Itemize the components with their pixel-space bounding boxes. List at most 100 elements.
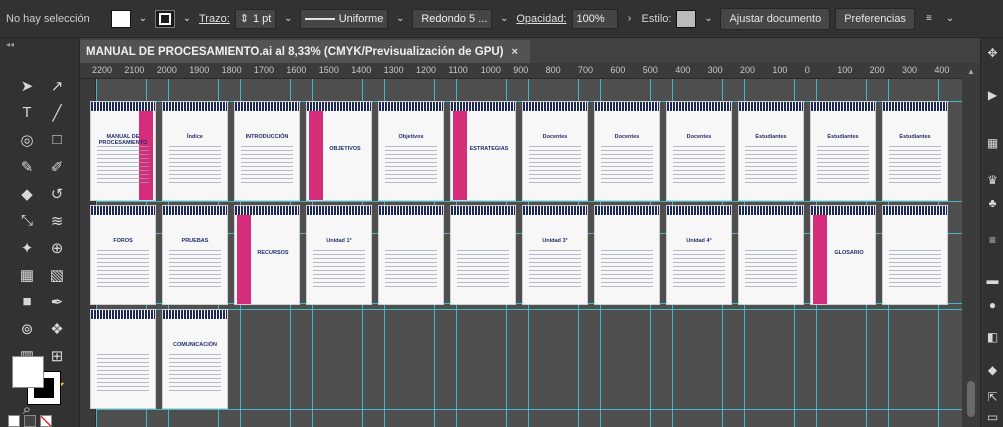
appearance-icon[interactable]: ◧ xyxy=(985,330,1000,345)
blend-icon[interactable]: ⊚ xyxy=(14,317,40,340)
style-swatch[interactable] xyxy=(676,9,697,28)
brushes-icon[interactable]: ♛ xyxy=(985,173,1000,188)
stepper-icon[interactable]: ⇕ xyxy=(240,12,249,25)
type-icon[interactable]: T xyxy=(14,101,40,124)
preferences-button[interactable]: Preferencias xyxy=(835,7,915,30)
color-mode-icon[interactable] xyxy=(8,415,20,427)
close-icon[interactable]: × xyxy=(512,46,518,58)
artboard-body-text xyxy=(457,250,509,290)
mesh-icon[interactable]: ▦ xyxy=(14,263,40,286)
artboard[interactable]: PRUEBAS xyxy=(162,205,228,305)
artboards-panel-icon[interactable]: ▭ xyxy=(985,410,1000,425)
artboard[interactable]: Estudiantes xyxy=(882,101,948,201)
rotate-icon[interactable]: ↺ xyxy=(44,182,70,205)
scale-icon[interactable]: ⤡ xyxy=(14,209,40,232)
line-icon[interactable]: ╱ xyxy=(44,101,70,124)
artboard[interactable] xyxy=(90,309,156,409)
shape-builder-icon[interactable]: ⊕ xyxy=(44,236,70,259)
collapse-icon[interactable]: ◂◂ xyxy=(6,40,14,49)
artboard[interactable]: Unidad 3° xyxy=(522,205,588,305)
fill-color-box[interactable] xyxy=(12,356,44,388)
gradient-mode-icon[interactable] xyxy=(24,415,36,427)
brush-icon[interactable]: ✎ xyxy=(14,155,40,178)
fill-dropdown-icon[interactable]: ⌄ xyxy=(136,10,150,28)
artboard[interactable]: ESTRATEGIAS xyxy=(450,101,516,201)
symbol-icon[interactable]: ❖ xyxy=(44,317,70,340)
canvas-area[interactable]: 2200 2100 2000 1900 1800 1700 1600 1500 1400 1300… xyxy=(80,63,980,427)
symbols-icon[interactable]: ♣ xyxy=(985,196,1000,211)
options-dropdown-icon[interactable]: ⌄ xyxy=(943,10,957,28)
stroke-label[interactable]: Trazo: xyxy=(199,13,230,25)
stack-icon[interactable]: ◆ xyxy=(985,363,1000,378)
opacity-arrow-icon[interactable]: › xyxy=(623,10,637,28)
brush-field[interactable]: Redondo 5 ... xyxy=(412,8,493,29)
stroke-weight-dropdown-icon[interactable]: ⌄ xyxy=(281,10,295,28)
ruler-tick-label: 2100 xyxy=(124,65,145,75)
ellipse-icon[interactable]: ◎ xyxy=(14,128,40,151)
vertical-scrollbar[interactable]: ▲ xyxy=(962,63,980,427)
artboard[interactable] xyxy=(450,205,516,305)
artboard[interactable]: COMUNICACIÓN xyxy=(162,309,228,409)
profile-field[interactable]: Uniforme xyxy=(300,8,389,29)
none-mode-icon[interactable] xyxy=(40,415,52,427)
eraser-icon[interactable]: ◆ xyxy=(14,182,40,205)
artboard[interactable]: Docentes xyxy=(666,101,732,201)
horizontal-ruler[interactable]: 2200 2100 2000 1900 1800 1700 1600 1500 1400 1300… xyxy=(80,63,980,79)
stroke-panel-icon[interactable]: ≡ xyxy=(985,233,1000,248)
warp-icon[interactable]: ≋ xyxy=(44,209,70,232)
stroke-weight-field[interactable]: ⇕ 1 pt xyxy=(234,8,277,29)
pin-icon[interactable]: ✦ xyxy=(14,236,40,259)
artboard[interactable] xyxy=(378,205,444,305)
guide-line xyxy=(96,309,980,310)
artboard[interactable]: Objetivos xyxy=(378,101,444,201)
gradient-icon[interactable]: ■ xyxy=(14,290,40,313)
align-icon[interactable]: ≡ xyxy=(920,10,938,28)
artboard[interactable]: GLOSARIO xyxy=(810,205,876,305)
artboard[interactable]: Índice xyxy=(162,101,228,201)
artboard-body-text xyxy=(169,146,221,186)
scroll-up-icon[interactable]: ▲ xyxy=(967,67,975,76)
rectangle-icon[interactable]: □ xyxy=(44,128,70,151)
properties-icon[interactable]: ✥ xyxy=(985,46,1000,61)
fill-stroke-control[interactable] xyxy=(12,356,62,406)
artboard[interactable]: Estudiantes xyxy=(810,101,876,201)
direct-selection-icon[interactable]: ↗ xyxy=(44,74,70,97)
export-icon[interactable]: ⇱ xyxy=(985,390,1000,405)
ruler-tick-label: 1300 xyxy=(383,65,404,75)
color-mode-row xyxy=(8,415,52,427)
document-tab[interactable]: MANUAL DE PROCESAMIENTO.ai al 8,33% (CMY… xyxy=(80,40,530,63)
artboard[interactable]: MANUAL DE PROCESAMIENTO xyxy=(90,101,156,201)
artboard[interactable]: Unidad 1° xyxy=(306,205,372,305)
brush-dropdown-icon[interactable]: ⌄ xyxy=(497,10,511,28)
stroke-dropdown-icon[interactable]: ⌄ xyxy=(180,10,194,28)
artboard[interactable]: RECURSOS xyxy=(234,205,300,305)
opacity-field[interactable]: 100% xyxy=(571,8,618,29)
transparency-icon[interactable]: ● xyxy=(985,298,1000,313)
artboard[interactable] xyxy=(594,205,660,305)
artboard[interactable] xyxy=(738,205,804,305)
artboard-body-text xyxy=(601,146,653,186)
pencil-icon[interactable]: ✐ xyxy=(44,155,70,178)
selection-icon[interactable]: ➤ xyxy=(14,74,40,97)
artboard[interactable]: Docentes xyxy=(594,101,660,201)
layers-icon[interactable]: ▦ xyxy=(985,136,1000,151)
fit-document-button[interactable]: Ajustar documento xyxy=(720,7,831,30)
artboard[interactable]: Estudiantes xyxy=(738,101,804,201)
style-dropdown-icon[interactable]: ⌄ xyxy=(701,10,715,28)
artboard-title: Unidad 3° xyxy=(542,238,568,244)
fill-swatch[interactable] xyxy=(111,9,131,28)
libraries-icon[interactable]: ▶ xyxy=(985,88,1000,103)
stroke-swatch[interactable] xyxy=(155,9,175,28)
artboard[interactable]: INTRODUCCIÓN xyxy=(234,101,300,201)
artboard[interactable]: OBJETIVOS xyxy=(306,101,372,201)
scroll-thumb[interactable] xyxy=(967,381,975,417)
opacity-label[interactable]: Opacidad: xyxy=(516,13,566,25)
perspective-icon[interactable]: ▧ xyxy=(44,263,70,286)
artboard[interactable]: Docentes xyxy=(522,101,588,201)
artboard[interactable] xyxy=(882,205,948,305)
artboard[interactable]: FOROS xyxy=(90,205,156,305)
gradient-panel-icon[interactable]: ▬ xyxy=(985,273,1000,288)
profile-dropdown-icon[interactable]: ⌄ xyxy=(393,10,407,28)
eyedropper-icon[interactable]: ✒ xyxy=(44,290,70,313)
artboard[interactable]: Unidad 4° xyxy=(666,205,732,305)
